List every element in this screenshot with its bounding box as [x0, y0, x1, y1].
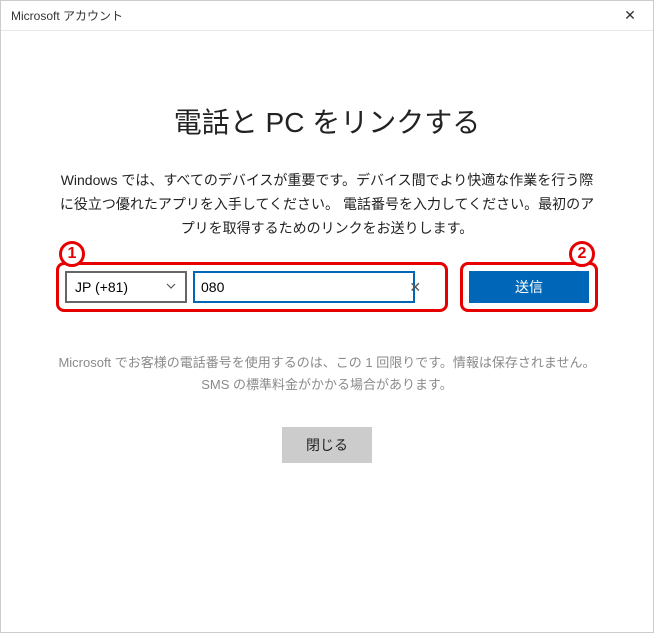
page-description: Windows では、すべてのデバイスが重要です。デバイス間でより快適な作業を行… [56, 169, 598, 240]
window-title: Microsoft アカウント [11, 7, 123, 24]
clear-icon[interactable]: ✕ [407, 279, 423, 296]
main-content: 電話と PC をリンクする Windows では、すべてのデバイスが重要です。デ… [1, 31, 653, 463]
disclaimer-note: Microsoft でお客様の電話番号を使用するのは、この 1 回限りです。情報… [56, 352, 598, 396]
phone-prefix: 080 [201, 279, 224, 295]
chevron-down-icon [165, 280, 177, 295]
phone-number-input[interactable] [226, 279, 407, 295]
phone-number-input-wrapper[interactable]: 080 ✕ [193, 271, 415, 303]
send-button[interactable]: 送信 [469, 271, 589, 303]
close-button[interactable]: 閉じる [282, 427, 372, 463]
page-title: 電話と PC をリンクする [56, 101, 598, 141]
phone-form-row: 1 JP (+81) 080 ✕ 2 送信 [56, 262, 598, 312]
annotation-badge-2: 2 [569, 241, 595, 267]
country-code-value: JP (+81) [75, 279, 128, 295]
country-code-select[interactable]: JP (+81) [65, 271, 187, 303]
annotation-group-2: 2 送信 [460, 262, 598, 312]
annotation-group-1: 1 JP (+81) 080 ✕ [56, 262, 448, 312]
annotation-badge-1: 1 [59, 241, 85, 267]
titlebar: Microsoft アカウント ✕ [1, 1, 653, 31]
close-icon[interactable]: ✕ [615, 1, 645, 31]
